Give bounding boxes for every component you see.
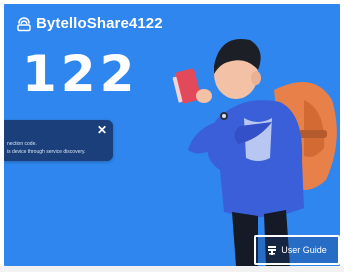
- toast-line-2: is device through service discovery.: [7, 149, 86, 155]
- toast-line-1: nection code.: [7, 141, 37, 147]
- share-icon: [17, 16, 31, 31]
- screen: BytelloShare4122 122 ✕ nection code. is …: [4, 4, 340, 266]
- user-guide-label: User Guide: [281, 245, 327, 255]
- close-icon[interactable]: ✕: [97, 124, 107, 136]
- device-name: BytelloShare4122: [36, 15, 163, 32]
- screen-frame-bottom: [0, 266, 344, 272]
- header: BytelloShare4122: [16, 15, 163, 32]
- discovery-toast: ✕ nection code. is device through servic…: [4, 120, 113, 161]
- user-guide-icon: [268, 246, 277, 255]
- connection-code: 122: [22, 45, 139, 103]
- user-guide-button[interactable]: User Guide: [254, 235, 340, 265]
- hero-illustration: [172, 39, 337, 266]
